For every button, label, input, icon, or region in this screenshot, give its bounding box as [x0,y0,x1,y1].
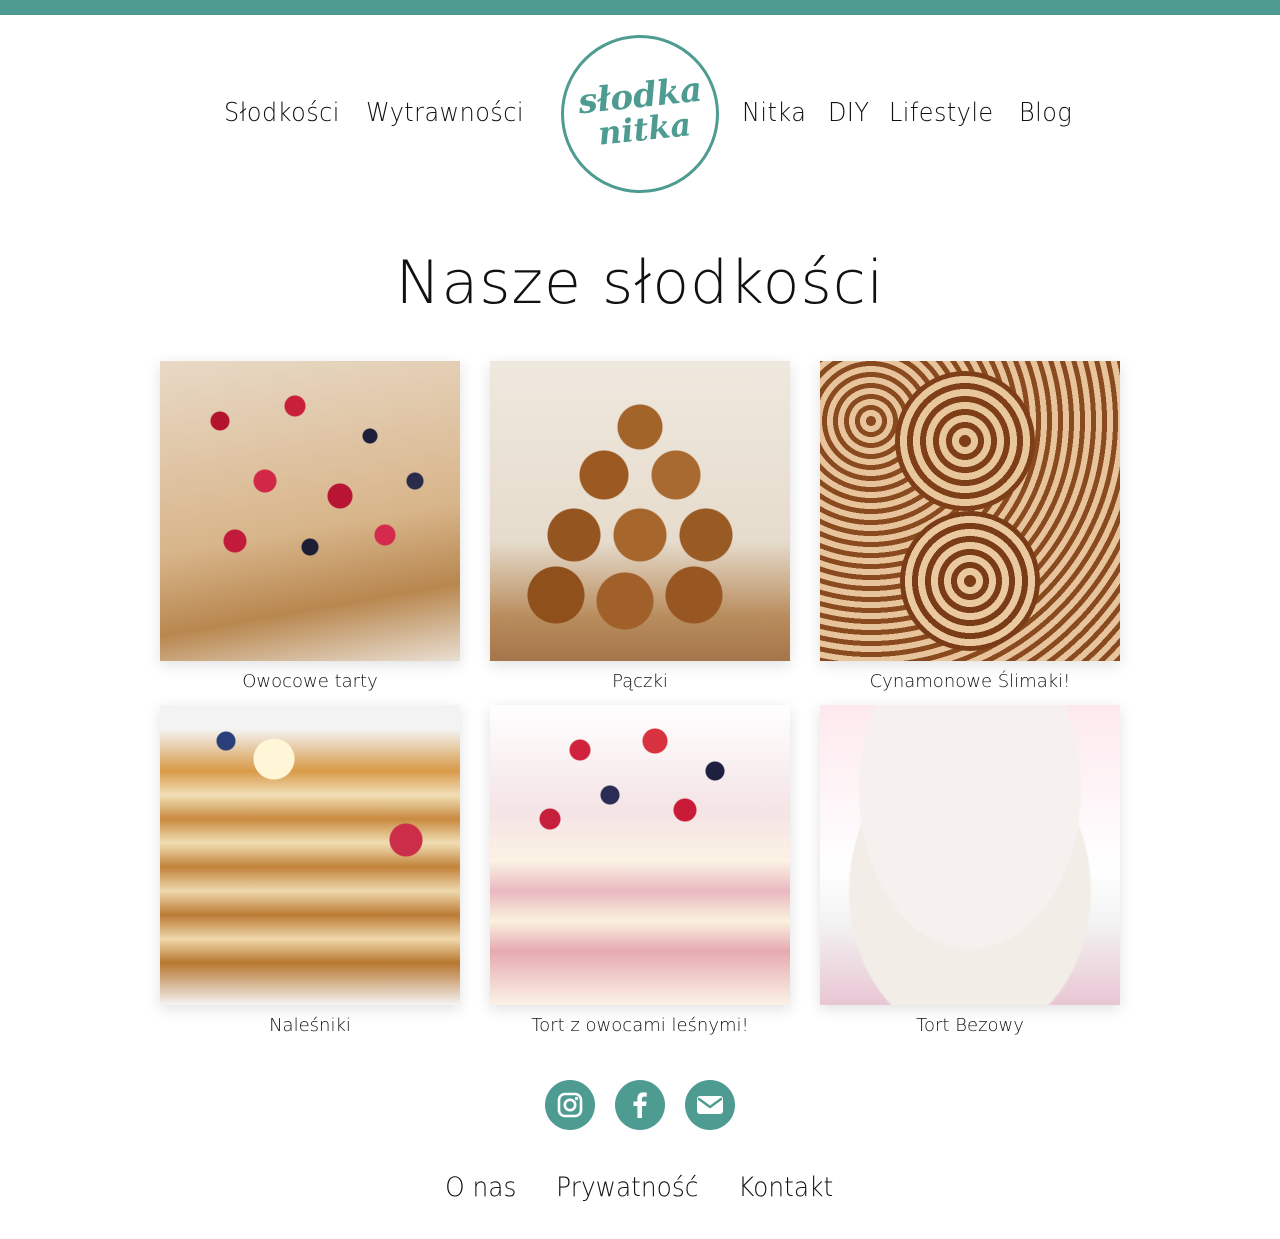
recipe-caption[interactable]: Cynamonowe Ślimaki! [820,671,1120,692]
recipe-image-doughnuts[interactable] [490,361,790,661]
recipe-caption[interactable]: Tort z owocami leśnymi! [490,1015,790,1036]
recipe-caption[interactable]: Naleśniki [160,1015,460,1036]
recipe-caption[interactable]: Owocowe tarty [160,671,460,692]
nav-left: Słodkości Wytrawności [224,98,538,128]
recipe-caption[interactable]: Pączki [490,671,790,692]
recipe-caption[interactable]: Tort Bezowy [820,1015,1120,1036]
logo-text-line2: nitka [596,105,694,153]
email-icon [697,1096,723,1114]
recipe-card[interactable]: Naleśniki [160,705,460,1036]
site-header: Słodkości Wytrawności słodka nitka Nitka… [0,15,1280,215]
email-button[interactable] [685,1080,735,1130]
footer-link-kontakt[interactable]: Kontakt [739,1172,834,1203]
page-title: Nasze słodkości [395,248,885,318]
recipe-card[interactable]: Tort z owocami leśnymi! [490,705,790,1036]
nav-item-nitka[interactable]: Nitka [742,98,806,128]
recipe-image-pancakes[interactable] [160,705,460,1005]
instagram-button[interactable] [545,1080,595,1130]
instagram-icon [557,1092,583,1118]
facebook-button[interactable] [615,1080,665,1130]
facebook-icon [633,1092,647,1118]
recipe-card[interactable]: Cynamonowe Ślimaki! [820,361,1120,692]
nav-right: Nitka DIY Lifestyle Blog [742,98,1076,128]
social-links [0,1080,1280,1130]
footer-link-prywatnosc[interactable]: Prywatność [556,1172,698,1203]
footer-link-o-nas[interactable]: O nas [445,1172,516,1203]
nav-item-lifestyle[interactable]: Lifestyle [889,98,994,128]
nav-item-slodkosci[interactable]: Słodkości [224,98,340,128]
top-accent-bar [0,0,1280,15]
nav-item-wytrawnosci[interactable]: Wytrawności [366,98,524,128]
nav-item-diy[interactable]: DIY [828,98,869,128]
recipe-card[interactable]: Pączki [490,361,790,692]
recipe-card[interactable]: Tort Bezowy [820,705,1120,1036]
recipe-image-fruit-tart[interactable] [160,361,460,661]
nav-item-blog[interactable]: Blog [1019,98,1072,128]
recipe-image-cinnamon-rolls[interactable] [820,361,1120,661]
site-footer: O nas Prywatność Kontakt [0,1172,1280,1203]
recipe-image-meringue-cake[interactable] [820,705,1120,1005]
recipe-card[interactable]: Owocowe tarty [160,361,460,692]
site-logo[interactable]: słodka nitka [561,35,719,193]
recipe-image-berry-cake[interactable] [490,705,790,1005]
